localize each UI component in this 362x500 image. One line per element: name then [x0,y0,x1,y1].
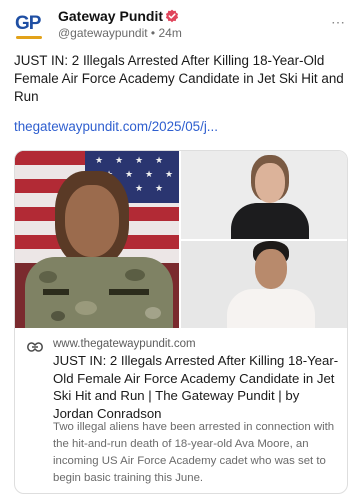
card-domain: www.thegatewaypundit.com [53,338,196,350]
link-icon [27,342,43,352]
suspect-photo-woman [181,151,347,239]
account-name[interactable]: Gateway Pundit [58,8,163,24]
post-text: JUST IN: 2 Illegals Arrested After Killi… [14,53,344,104]
more-options-icon[interactable]: ⋯ [331,14,346,31]
verified-badge-icon [165,9,179,23]
post-link[interactable]: thegatewaypundit.com/2025/05/j... [14,119,218,134]
card-body: www.thegatewaypundit.com JUST IN: 2 Ille… [15,328,347,493]
suspect-photo-man [181,241,347,328]
avatar-logo-text: GP [15,13,41,34]
meta-separator: • [150,26,156,40]
post-time: 24m [158,26,182,40]
account-handle[interactable]: @gatewaypundit [58,26,148,40]
cadet-photo: ★ ★ ★ ★ ★ ★ ★ ★ ★ ★ ★ ★ [15,151,179,328]
avatar[interactable]: GP [14,10,44,40]
link-preview-card[interactable]: ★ ★ ★ ★ ★ ★ ★ ★ ★ ★ ★ ★ [14,150,348,494]
avatar-logo-swoosh [16,36,42,39]
account-handle-line: @gatewaypundit • 24m [58,26,182,40]
card-title[interactable]: JUST IN: 2 Illegals Arrested After Killi… [53,352,341,422]
card-description: Two illegal aliens have been arrested in… [53,421,335,484]
post-header: GP Gateway Pundit @gatewaypundit • 24m ⋯ [14,8,348,42]
